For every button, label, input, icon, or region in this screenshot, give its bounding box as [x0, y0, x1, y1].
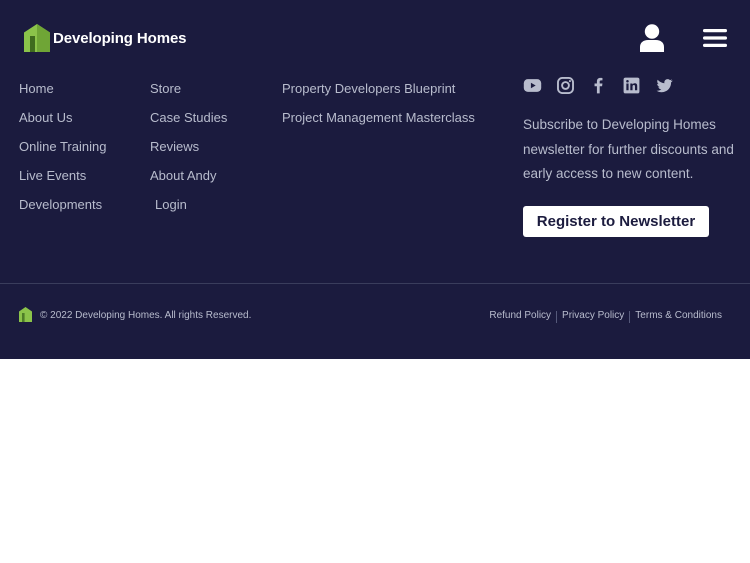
copyright-text: © 2022 Developing Homes. All rights Rese…: [40, 310, 252, 321]
facebook-icon[interactable]: [589, 76, 608, 95]
refund-policy-link[interactable]: Refund Policy: [489, 310, 551, 322]
site-header: Developing Homes: [0, 0, 750, 76]
logo-text: Developing Homes: [53, 29, 187, 47]
footer-link-store[interactable]: Store: [150, 80, 227, 109]
legal-separator: [629, 311, 631, 323]
hamburger-menu-icon[interactable]: [703, 29, 727, 47]
youtube-icon[interactable]: [523, 76, 542, 95]
footer-link-online-training[interactable]: Online Training: [19, 138, 106, 167]
linkedin-icon[interactable]: [622, 76, 641, 95]
footer-column-main: Home About Us Online Training Live Event…: [19, 80, 106, 225]
footer-link-about-us[interactable]: About Us: [19, 109, 106, 138]
footer-divider: [0, 283, 750, 284]
terms-conditions-link[interactable]: Terms & Conditions: [635, 310, 722, 322]
footer-link-property-developers-blueprint[interactable]: Property Developers Blueprint: [282, 80, 475, 109]
legal-separator: [556, 311, 558, 323]
footer-column-secondary: Store Case Studies Reviews About Andy Lo…: [150, 80, 227, 225]
user-icon[interactable]: [639, 24, 665, 52]
instagram-icon[interactable]: [556, 76, 575, 95]
footer-link-developments[interactable]: Developments: [19, 196, 106, 225]
footer-link-reviews[interactable]: Reviews: [150, 138, 227, 167]
house-logo-icon: [24, 24, 50, 52]
footer-link-live-events[interactable]: Live Events: [19, 167, 106, 196]
footer-link-project-management-masterclass[interactable]: Project Management Masterclass: [282, 109, 475, 138]
footer-column-courses: Property Developers Blueprint Project Ma…: [282, 80, 475, 138]
social-links: [523, 76, 688, 95]
footer-link-case-studies[interactable]: Case Studies: [150, 109, 227, 138]
privacy-policy-link[interactable]: Privacy Policy: [562, 310, 624, 322]
footer-link-home[interactable]: Home: [19, 80, 106, 109]
register-newsletter-button[interactable]: Register to Newsletter: [523, 206, 709, 237]
legal-links: Refund Policy Privacy Policy Terms & Con…: [489, 310, 722, 323]
footer-link-about-andy[interactable]: About Andy: [150, 167, 227, 196]
newsletter-description: Subscribe to Developing Homes newsletter…: [523, 117, 734, 181]
footer-link-login[interactable]: Login: [150, 196, 227, 225]
twitter-icon[interactable]: [655, 76, 674, 95]
house-logo-icon: [19, 307, 32, 322]
site-logo[interactable]: Developing Homes: [24, 24, 187, 52]
